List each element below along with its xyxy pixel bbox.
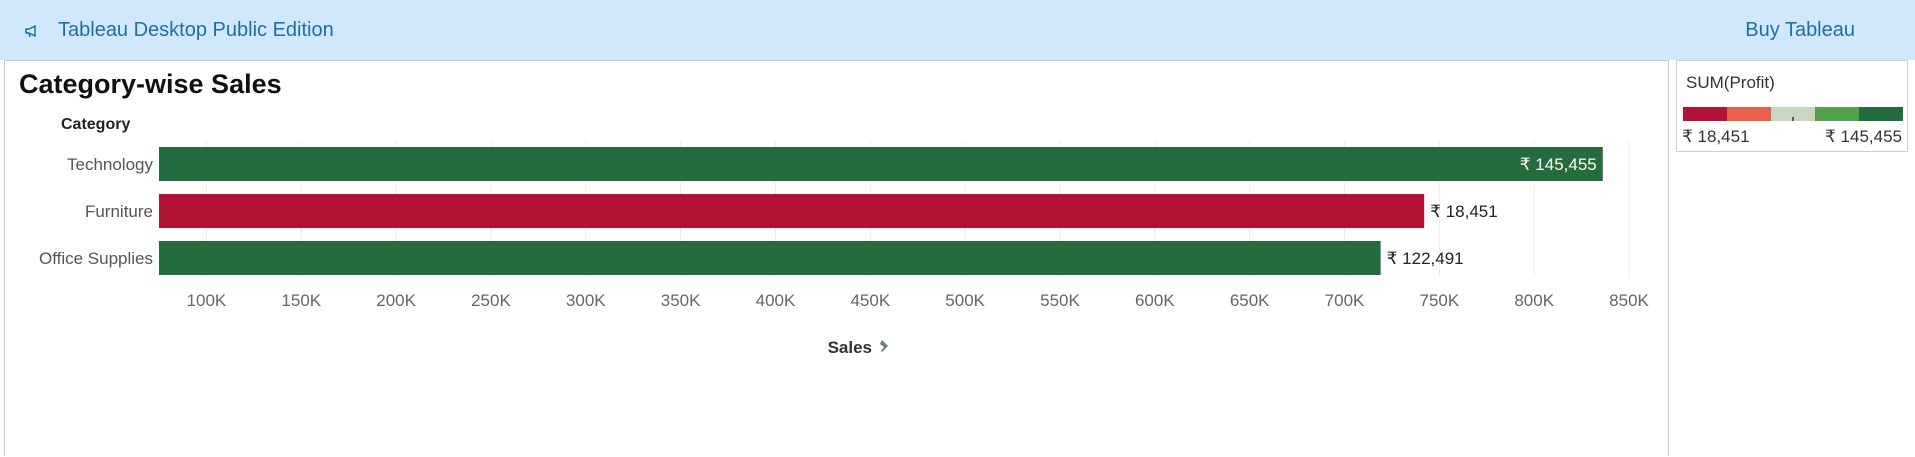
x-tick-label: 400K (756, 291, 796, 310)
buy-tableau-link[interactable]: Buy Tableau (1745, 0, 1855, 60)
bar-value-label: ₹ 145,455 (1520, 155, 1597, 174)
x-axis-ticks: 100K 150K 200K 250K 300K 350K 400K 450K 500K 550K… (187, 291, 1650, 310)
x-tick-label: 650K (1230, 291, 1270, 310)
x-tick-label: 700K (1325, 291, 1365, 310)
bar-chart: Category-wise Sales Category ₹ 145,455₹ … (19, 69, 1650, 357)
x-tick-label: 100K (187, 291, 227, 310)
legend-color-segment (1859, 107, 1903, 121)
category-labels: Technology Furniture Office Supplies (39, 155, 154, 268)
x-tick-label: 350K (661, 291, 701, 310)
legend-color-segment (1815, 107, 1860, 121)
bars: ₹ 145,455 ₹ 18,451 ₹ 122,491 (159, 147, 1603, 275)
top-bar: Tableau Desktop Public Edition Buy Table… (0, 0, 1915, 60)
sheet-title: Category-wise Sales (19, 69, 282, 99)
legend-min-label: ₹ 18,451 (1682, 127, 1750, 146)
x-tick-label: 800K (1514, 291, 1554, 310)
legend-max-label: ₹ 145,455 (1825, 127, 1902, 146)
x-tick-label: 850K (1609, 291, 1649, 310)
x-axis-label: Sales (828, 338, 872, 357)
x-tick-label: 150K (281, 291, 321, 310)
app-brand: Tableau Desktop Public Edition (24, 0, 334, 60)
profit-color-legend[interactable]: SUM(Profit) ₹ 18,451 ₹ 145,455 (1676, 60, 1908, 152)
legend-color-segment (1683, 107, 1728, 121)
x-tick-label: 600K (1135, 291, 1175, 310)
bar[interactable] (159, 194, 1425, 228)
category-label[interactable]: Office Supplies (39, 249, 153, 268)
category-label[interactable]: Furniture (85, 202, 153, 221)
bar[interactable] (159, 241, 1381, 275)
x-tick-label: 200K (376, 291, 416, 310)
legend-title: SUM(Profit) (1686, 73, 1775, 92)
x-tick-label: 250K (471, 291, 511, 310)
x-tick-label: 500K (945, 291, 985, 310)
app-title: Tableau Desktop Public Edition (58, 18, 334, 41)
legend-color-segment (1727, 107, 1772, 121)
x-tick-label: 550K (1040, 291, 1080, 310)
pin-icon[interactable] (880, 340, 888, 352)
x-tick-label: 300K (566, 291, 606, 310)
worksheet-view: Category-wise Sales Category ₹ 145,455 ₹ … (4, 60, 1669, 456)
bar[interactable] (159, 147, 1603, 181)
x-tick-label: 450K (850, 291, 890, 310)
category-label[interactable]: Technology (67, 155, 154, 174)
x-tick-label: 750K (1419, 291, 1459, 310)
bar-value-label: ₹ 18,451 (1430, 202, 1498, 221)
category-header: Category (61, 116, 130, 133)
legend-color-ramp (1683, 107, 1903, 121)
megaphone-icon (24, 22, 40, 38)
bar-value-label: ₹ 122,491 (1387, 249, 1464, 268)
